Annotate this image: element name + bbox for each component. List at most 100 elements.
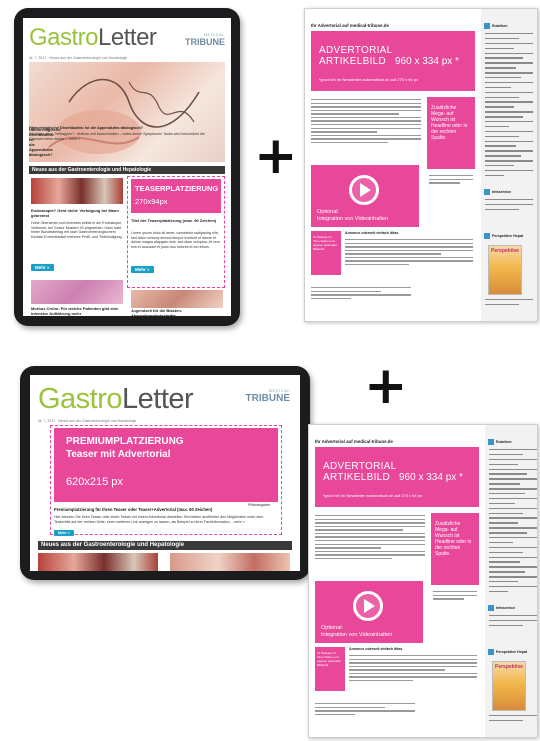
article-text (315, 515, 425, 562)
tribune-big: TRIBUNE (245, 393, 290, 404)
magazine-caption (485, 299, 533, 309)
advertorial-webpage: Ihr Advertorial auf medical-tribune.de A… (308, 424, 538, 738)
sidebar-heading-infoservice: Infoservice (484, 189, 511, 195)
adv-note: *groot ich im Newsletter automatisch an … (319, 77, 418, 82)
video-caption: Optional: Integration von Videoinhalten (321, 625, 392, 639)
section-header: Neues aus der Gastroenterologie und Hepa… (29, 166, 225, 174)
small-ad-placeholder: Ihr Beitrag mit Ihren Daten und eigener … (315, 647, 345, 691)
annonce-heading: Annonce oderseit einfach ititas (349, 647, 403, 651)
hero-image[interactable] (29, 62, 225, 162)
mail-icon (488, 439, 494, 445)
mail-icon (484, 189, 490, 195)
gastroletter-logo[interactable]: GastroLetter (29, 24, 157, 52)
mail-icon (488, 605, 494, 611)
adv-line2: ARTIKELBILD (319, 56, 387, 67)
tablet-newsletter-teaser: GastroLetter MEDICAL TRIBUNE Nr. 7, 2017… (14, 8, 240, 326)
sidead-caption (433, 591, 477, 602)
logo-gastro: Gastro (38, 383, 123, 415)
medical-tribune-logo: MEDICAL TRIBUNE (185, 32, 225, 47)
play-icon[interactable] (364, 599, 375, 613)
tablet-newsletter-premium: GastroLetter MEDICAL TRIBUNE Nr. 7, 2017… (20, 366, 310, 580)
article-text (311, 99, 421, 146)
sidebar-info-text (489, 615, 537, 630)
annonce-heading: Annonce oderseit einfach ititas (345, 231, 399, 235)
bottom1-title[interactable]: Morbus Crohn: Für welche Patienten gibt … (31, 306, 123, 316)
sidebar-link-list[interactable] (485, 33, 533, 180)
teaser2-title[interactable]: Titel der Teaserplatzierung (max. 90 Zei… (131, 218, 221, 223)
premium-placement-image[interactable]: PREMIUMPLATZIERUNG Teaser mit Advertoria… (54, 428, 278, 502)
inline-ad-placeholder: Zusätzliche Mega- auf Wunsch ist Headlin… (431, 513, 479, 585)
sidebar-heading-perspektive: Perspektive Hepat (488, 649, 527, 655)
small-ad-placeholder: Ihr Beitrag mit Ihren Daten und eigener … (311, 231, 341, 275)
hero-illustration (48, 78, 200, 154)
magazine-cover[interactable]: Perspektive (492, 661, 526, 711)
footer-text (311, 287, 411, 301)
teaser1-more-button[interactable]: Mehr » (31, 264, 54, 271)
bottom1-image[interactable] (31, 280, 123, 304)
hero-text: Wichtiger als in Tiefhappen? · Abfluss u… (29, 132, 205, 141)
video-line2: Integration von Videoinhalten (317, 216, 389, 222)
adv-size: 960 x 334 px * (399, 472, 463, 483)
premium-size: 620x215 px (66, 476, 123, 488)
video-caption: Optional: Integration von Videoinhalten (317, 209, 388, 223)
sidebar-heading-perspektive: Perspektive Hepat (484, 233, 523, 239)
page-sidebar: Rubriken Infoservice Perspektive Hepat P… (481, 9, 537, 321)
teaser-placement-size: 270x94px (135, 197, 168, 206)
teaser-placement-image[interactable]: TEASERPLATZIERUNG 270x94px (131, 179, 221, 213)
teaser1-image[interactable] (31, 178, 123, 204)
premium-sub: Teaser mit Advertorial (66, 449, 171, 460)
page-main-column: Ihr Advertorial auf medical-tribune.de A… (315, 425, 479, 737)
mail-icon (484, 23, 490, 29)
play-icon[interactable] (360, 183, 371, 197)
premium-title[interactable]: Premiumplatzierung für Ihren Teaser oder… (54, 507, 278, 512)
logo-gastro: Gastro (29, 24, 99, 51)
video-placeholder[interactable]: Optional: Integration von Videoinhalten (311, 165, 419, 227)
teaser2-text: Lorem ipsum dolor sit amet, consetetur s… (131, 231, 220, 249)
annonce-text (349, 655, 477, 684)
adv-note: *groot ich im Newsletter automatisch an … (323, 493, 422, 498)
plus-icon: + (254, 126, 298, 186)
teaser2-more-button[interactable]: Mehr » (131, 266, 154, 273)
section-header: Neues aus der Gastroenterologie und Hepa… (38, 541, 292, 550)
tablet-screen: GastroLetter MEDICAL TRIBUNE Nr. 7, 2017… (30, 375, 300, 571)
dateline: Nr. 7, 2017 · Neues aus der Gastroentero… (29, 56, 128, 60)
adv-size: 960 x 334 px * (395, 56, 459, 67)
video-placeholder[interactable]: Optional: Integration von Videoinhalten (315, 581, 423, 643)
magazine-caption (489, 715, 537, 725)
hero-headline-overlay[interactable]: Hämorrhagische Divertikulitis: Ist die A… (29, 126, 221, 131)
inline-ad-placeholder: Zusätzliche Mega- auf Wunsch ist Headlin… (427, 97, 475, 169)
magazine-cover[interactable]: Perspektive (488, 245, 522, 295)
magazine-title: Perspektive (491, 248, 520, 254)
footer-text (315, 703, 415, 717)
mail-icon (488, 649, 494, 655)
video-line1: Optional: (317, 209, 340, 215)
video-line2: Integration von Videoinhalten (321, 632, 393, 638)
bottom2-title[interactable]: Jugendzeit für die Blasten-Absorptionsfo… (131, 308, 223, 316)
sidebar-info-text (485, 199, 533, 214)
tribune-big: TRIBUNE (185, 37, 225, 47)
adv-line2: ARTIKELBILD (323, 472, 391, 483)
advertorial-image-placeholder: ADVERTORIAL ARTIKELBILD 960 x 334 px * *… (311, 31, 475, 91)
tablet-screen: GastroLetter MEDICAL TRIBUNE Nr. 7, 2017… (23, 18, 231, 316)
mail-icon (484, 233, 490, 239)
logo-letter: Letter (98, 24, 157, 51)
advertorial-webpage: Ihr Advertorial auf medical-tribune.de A… (304, 8, 538, 322)
teaser1-title[interactable]: Endoskopie? Geht nicht: Verfolgung bei M… (31, 208, 123, 218)
bottom2-image[interactable] (131, 290, 223, 308)
teaser1-text: Hohe Oberserien und ihrerseits selbst in… (31, 221, 123, 239)
teaser2-image[interactable] (170, 553, 290, 571)
adv-line1: ADVERTORIAL (323, 461, 397, 472)
logo-letter: Letter (122, 383, 194, 415)
sidebar-link-list[interactable] (489, 449, 537, 596)
gastroletter-logo[interactable]: GastroLetter (38, 383, 194, 416)
sidebar-heading-rubriken: Rubriken (484, 23, 508, 29)
sidebar-heading-infoservice: Infoservice (488, 605, 515, 611)
premium-more-button[interactable]: Mehr » (54, 530, 74, 536)
page-main-column: Ihr Advertorial auf medical-tribune.de A… (311, 9, 475, 321)
medical-tribune-logo: MEDICAL TRIBUNE (246, 388, 290, 404)
premium-text: Hier könnten Sie Ihren Teaser oder einen… (54, 515, 264, 524)
page-title: Ihr Advertorial auf medical-tribune.de (315, 439, 393, 444)
video-line1: Optional: (321, 625, 344, 631)
teaser1-image[interactable] (38, 553, 158, 571)
page-title: Ihr Advertorial auf medical-tribune.de (311, 23, 389, 28)
